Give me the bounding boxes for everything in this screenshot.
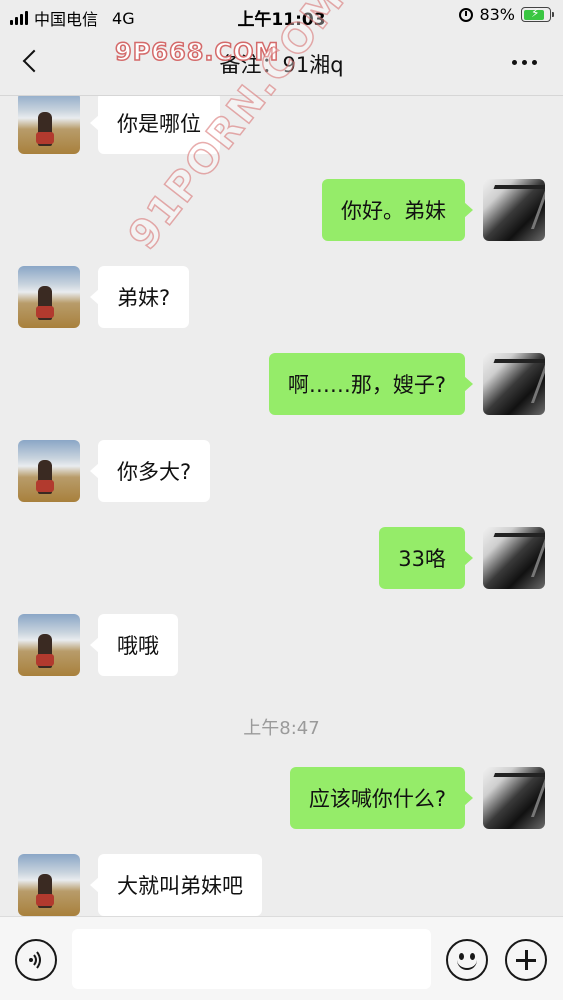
my-avatar[interactable] — [483, 353, 545, 415]
sent-message[interactable]: 33咯 — [379, 527, 473, 589]
status-bar: 中国电信 4G 上午11:03 83% ⚡ — [0, 0, 563, 30]
input-bar — [0, 916, 563, 1000]
my-avatar[interactable] — [483, 179, 545, 241]
contact-avatar[interactable] — [18, 614, 80, 676]
more-dots-icon[interactable] — [512, 60, 537, 65]
received-message[interactable]: 大就叫弟妹吧 — [90, 854, 262, 916]
received-message[interactable]: 你多大? — [89, 440, 211, 502]
battery-percent: 83% — [479, 5, 515, 24]
emoji-icon[interactable] — [446, 939, 488, 981]
my-avatar[interactable] — [483, 767, 545, 829]
received-message[interactable]: 弟妹? — [89, 266, 190, 328]
chat-title: 备注：91湘q — [219, 53, 344, 77]
plus-icon[interactable] — [505, 939, 547, 981]
contact-avatar[interactable] — [18, 266, 80, 328]
received-message[interactable]: 哦哦 — [90, 614, 178, 676]
received-message[interactable]: 你是哪位 — [90, 96, 220, 154]
contact-avatar[interactable] — [18, 854, 80, 916]
voice-icon[interactable] — [15, 939, 57, 981]
my-avatar[interactable] — [483, 527, 545, 589]
battery-charging-icon: ⚡ — [521, 6, 554, 22]
nav-bar: 备注：91湘q — [0, 30, 563, 96]
alarm-icon — [459, 7, 474, 22]
message-timestamp: 上午8:47 — [243, 718, 320, 739]
contact-avatar[interactable] — [18, 96, 80, 154]
sent-message[interactable]: 啊……那，嫂子? — [268, 353, 474, 415]
chat-area[interactable]: 你是哪位 你好。弟妹 弟妹? 啊……那，嫂子? 你多大? 33咯 哦哦 上午8:… — [0, 96, 563, 916]
watermark-top: 9P668.COM — [114, 37, 280, 67]
sent-message[interactable]: 应该喊你什么? — [289, 767, 474, 829]
message-input[interactable] — [72, 929, 431, 989]
contact-avatar[interactable] — [18, 440, 80, 502]
sent-message[interactable]: 你好。弟妹 — [322, 179, 473, 241]
status-right: 83% ⚡ — [459, 5, 554, 24]
